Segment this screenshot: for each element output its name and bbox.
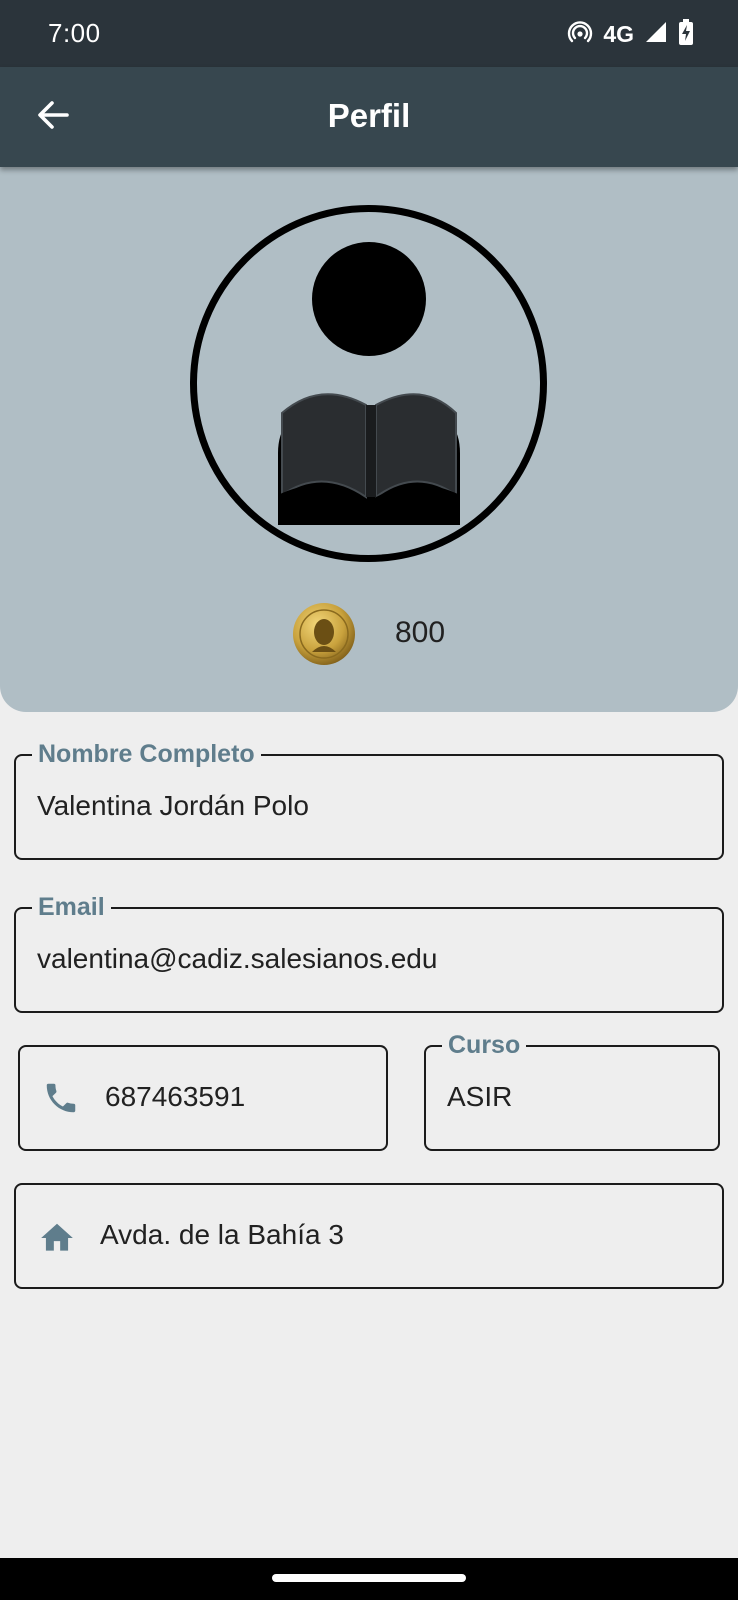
home-icon	[38, 1219, 76, 1262]
gold-medal-icon	[292, 602, 356, 666]
email-label: Email	[32, 892, 111, 922]
points-value: 800	[395, 616, 446, 649]
phone-icon	[42, 1079, 80, 1122]
email-value: valentina@cadiz.salesianos.edu	[37, 943, 438, 974]
full-name-label: Nombre Completo	[32, 739, 261, 769]
course-label: Curso	[442, 1030, 527, 1060]
system-nav-bar	[0, 1558, 738, 1600]
avatar[interactable]	[190, 205, 547, 562]
phone-field[interactable]: 687463591	[18, 1045, 388, 1151]
address-value: Avda. de la Bahía 3	[100, 1219, 344, 1250]
battery-charging-icon	[678, 18, 694, 50]
status-icons: 4G	[567, 18, 694, 50]
address-field[interactable]: Avda. de la Bahía 3	[14, 1183, 724, 1289]
reader-avatar-icon	[190, 205, 547, 566]
home-gesture-handle[interactable]	[272, 1574, 466, 1582]
app-bar: Perfil	[0, 67, 738, 167]
full-name-field[interactable]: Nombre Completo Valentina Jordán Polo	[14, 739, 724, 860]
network-type: 4G	[603, 20, 634, 47]
profile-header: 800	[0, 167, 738, 712]
status-time: 7:00	[48, 18, 101, 48]
course-value: ASIR	[447, 1081, 513, 1112]
phone-value: 687463591	[105, 1081, 246, 1112]
course-field[interactable]: Curso ASIR	[424, 1030, 720, 1151]
page-title: Perfil	[327, 97, 411, 134]
points-row: 800	[0, 602, 738, 666]
hotspot-icon	[567, 19, 593, 50]
signal-icon	[644, 20, 668, 49]
email-field[interactable]: Email valentina@cadiz.salesianos.edu	[14, 892, 724, 1013]
full-name-value: Valentina Jordán Polo	[37, 790, 309, 821]
status-bar: 7:00 4G	[0, 0, 738, 67]
